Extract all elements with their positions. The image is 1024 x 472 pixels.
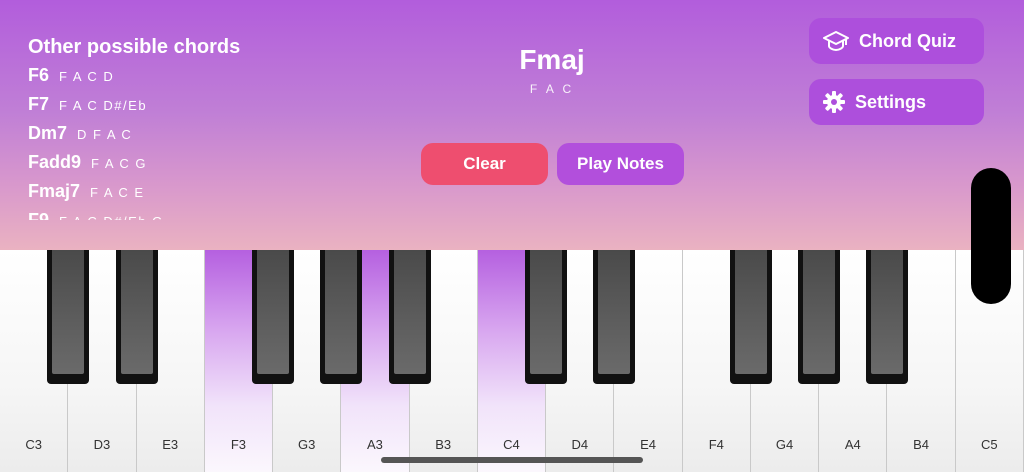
settings-button[interactable]: Settings [809, 79, 984, 125]
gear-icon [823, 91, 845, 113]
black-key[interactable] [798, 250, 841, 384]
black-key-face [120, 250, 153, 374]
chord-item-name: Fadd9 [28, 152, 82, 172]
chord-header: Other possible chords F6 F A C D F7 F A C D… [0, 0, 1024, 250]
key-label: F3 [230, 437, 247, 452]
black-key[interactable] [729, 250, 772, 384]
chord-quiz-label: Chord Quiz [859, 30, 956, 51]
black-key[interactable] [47, 250, 90, 384]
key-label: D4 [571, 437, 589, 452]
clear-button[interactable]: Clear [421, 143, 548, 185]
key-label: C3 [25, 437, 42, 452]
black-key-face [803, 250, 836, 374]
chord-item-notes: F A C D#/Eb [59, 98, 148, 113]
black-key-face [52, 250, 85, 374]
key-label: C4 [503, 437, 520, 452]
black-key-face [530, 250, 563, 374]
chord-item-notes: F A C E [90, 185, 145, 200]
black-key-face [393, 250, 426, 374]
black-key[interactable] [252, 250, 295, 384]
key-label: G3 [298, 437, 316, 452]
piano-keyboard: C3 D3 E3 F3 G3 A3 B3 C4 D4 E4 F4 G4 A4 B4 C5 [0, 250, 1024, 472]
chord-item-name: Fmaj7 [28, 181, 81, 201]
keyboard-scroll-handle[interactable] [971, 168, 1011, 304]
chord-item-name: F7 [28, 94, 50, 114]
chord-item-name: Dm7 [28, 123, 68, 143]
key-label: A4 [844, 437, 861, 452]
black-key-face [871, 250, 904, 374]
key-label: B3 [435, 437, 452, 452]
chord-item[interactable]: F9 F A C D#/Eb G [28, 210, 268, 220]
chord-item[interactable]: Fmaj7 F A C E [28, 181, 268, 210]
chord-item[interactable]: Dm7 D F A C [28, 123, 268, 152]
black-key[interactable] [525, 250, 568, 384]
chord-item-notes: F A C D#/Eb G [59, 214, 164, 220]
key-label: C5 [981, 437, 998, 452]
black-key[interactable] [866, 250, 909, 384]
black-key[interactable] [388, 250, 431, 384]
chord-quiz-button[interactable]: Chord Quiz [809, 18, 984, 64]
key-label: G4 [775, 437, 794, 452]
key-label: B4 [913, 437, 930, 452]
key-label: A3 [367, 437, 383, 452]
black-key-face [598, 250, 631, 374]
settings-label: Settings [855, 91, 927, 112]
chord-item-notes: F A C G [91, 156, 148, 171]
key-label: E3 [162, 437, 179, 452]
black-key[interactable] [320, 250, 363, 384]
black-key-face [257, 250, 290, 374]
chord-item[interactable]: Fadd9 F A C G [28, 152, 268, 181]
key-label: E4 [640, 437, 656, 452]
chord-item-name: F9 [28, 210, 50, 220]
chord-item[interactable]: F7 F A C D#/Eb [28, 94, 268, 123]
home-indicator[interactable] [381, 457, 643, 463]
graduation-cap-icon [823, 31, 849, 52]
black-key[interactable] [115, 250, 158, 384]
key-label: D3 [93, 437, 111, 452]
chord-item-notes: D F A C [77, 127, 133, 142]
key-label: F4 [708, 437, 724, 452]
black-key[interactable] [593, 250, 636, 384]
play-notes-button[interactable]: Play Notes [557, 143, 684, 185]
black-key-face [734, 250, 767, 374]
black-key-face [325, 250, 358, 374]
